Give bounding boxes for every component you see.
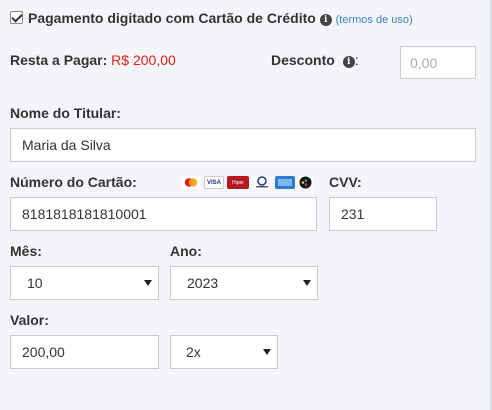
credit-card-checkbox[interactable] [10, 11, 23, 24]
cvv-label: CVV: [329, 174, 362, 190]
discount-field[interactable]: 0,00 [400, 46, 476, 79]
hipercard-icon: Hiper [227, 176, 249, 189]
amount-label: Valor: [10, 312, 49, 328]
month-value: 10 [27, 275, 43, 291]
discount-row: Desconto i: [271, 52, 359, 68]
card-brands: VISA Hiper [181, 176, 313, 189]
chevron-down-icon [144, 280, 152, 286]
year-label: Ano: [170, 243, 202, 259]
balance-row: Resta a Pagar: R$ 200,00 [10, 52, 176, 68]
year-select[interactable]: 2023 [170, 266, 318, 300]
checkmark-icon [11, 11, 23, 23]
credit-card-checkbox-label[interactable]: Pagamento digitado com Cartão de Crédito [28, 10, 316, 26]
holder-label: Nome do Titular: [10, 105, 121, 121]
discount-info-icon[interactable]: i [342, 56, 355, 68]
discount-colon: : [354, 52, 359, 68]
card-number-field[interactable]: 8181818181810001 [10, 197, 317, 231]
year-value: 2023 [187, 275, 219, 291]
month-select[interactable]: 10 [10, 266, 159, 300]
chevron-down-icon [303, 280, 311, 286]
info-icon[interactable]: i [319, 14, 332, 26]
holder-name-field[interactable]: Maria da Silva [10, 128, 476, 162]
discount-label: Desconto [271, 52, 335, 68]
elo-icon [298, 176, 313, 189]
payment-option: Pagamento digitado com Cartão de Crédito… [28, 10, 413, 26]
balance-value: R$ 200,00 [111, 52, 176, 68]
installments-select[interactable]: 2x [170, 335, 278, 369]
card-number-label: Número do Cartão: [10, 174, 137, 190]
visa-icon: VISA [204, 176, 224, 189]
amex-icon [275, 176, 295, 189]
cvv-field[interactable]: 231 [329, 197, 437, 231]
diners-club-icon [252, 176, 272, 189]
chevron-down-icon [263, 349, 271, 355]
installments-value: 2x [186, 344, 201, 360]
month-label: Mês: [10, 243, 42, 259]
balance-label: Resta a Pagar: [10, 52, 108, 68]
mastercard-icon [181, 176, 201, 189]
terms-link[interactable]: (termos de uso) [336, 14, 413, 26]
amount-field[interactable]: 200,00 [10, 335, 159, 369]
